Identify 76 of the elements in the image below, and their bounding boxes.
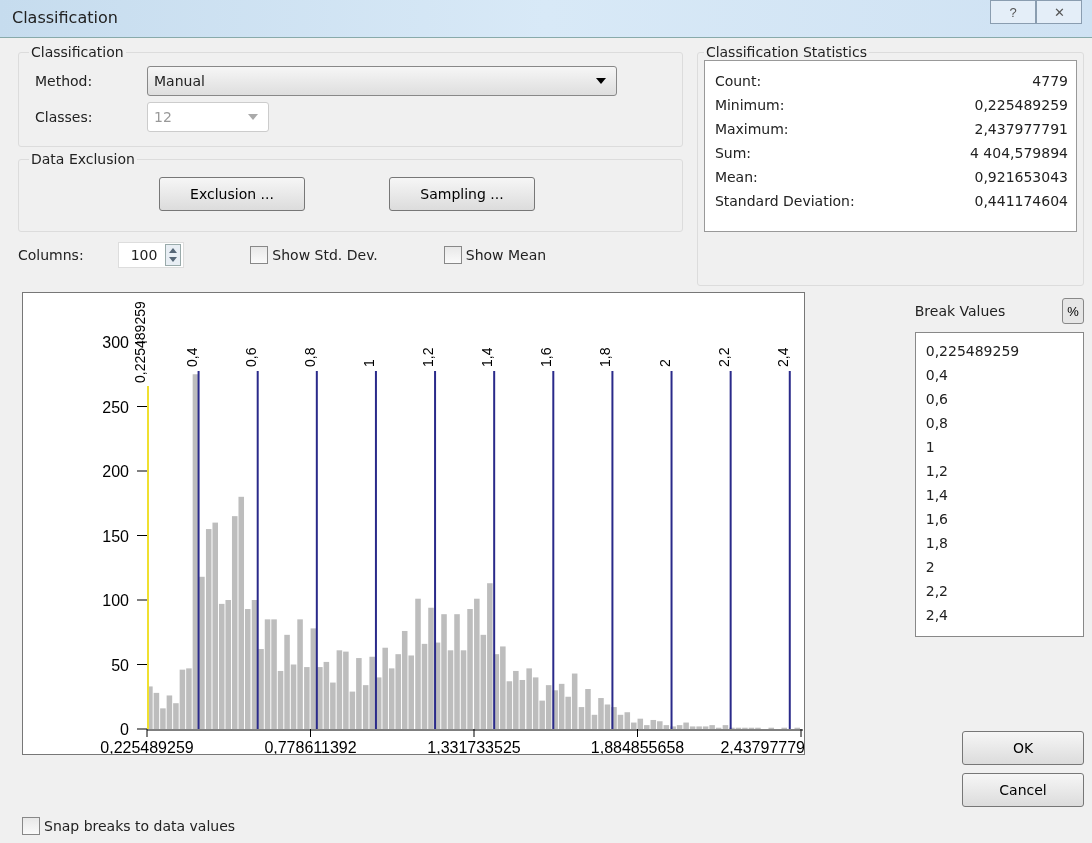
stat-label: Maximum: [714,120,789,139]
break-label: 2,4 [774,347,791,367]
stat-value: 0,921653043 [974,168,1068,187]
stat-label: Minimum: [714,96,785,115]
dialog-button[interactable]: Sampling ... [389,177,535,211]
columns-label: Columns: [18,247,84,263]
break-line[interactable] [315,370,318,730]
stat-value: 0,225489259 [974,96,1068,115]
method-dropdown[interactable]: Manual [147,66,617,96]
stat-value: 4779 [1032,72,1068,91]
break-label: 2,2 [715,347,732,367]
break-label: 0,8 [301,347,318,367]
option-checkbox[interactable]: Show Mean [443,246,547,264]
break-value-item[interactable]: 0,8 [925,411,948,435]
stat-label: Count: [714,72,762,91]
break-value-item[interactable]: 0,6 [925,387,948,411]
dialog-button[interactable]: Exclusion ... [159,177,305,211]
stat-label: Mean: [714,168,758,187]
method-label: Method: [34,73,94,89]
dialog-button[interactable]: Cancel [962,773,1084,807]
break-line[interactable] [434,370,437,730]
break-value-item[interactable]: 1,2 [925,459,948,483]
break-value-item[interactable]: 1,8 [925,531,948,555]
minimum-label: 0,225489259 [132,301,148,383]
break-label: 1 [360,359,377,367]
break-label: 0,6 [242,347,259,367]
stat-label: Standard Deviation: [714,192,855,211]
break-label: 0,4 [183,347,200,367]
stat-label: Sum: [714,144,751,163]
break-line[interactable] [256,370,259,730]
option-checkbox[interactable]: Show Std. Dev. [250,246,378,264]
break-label: 2 [656,359,673,367]
break-label: 1,2 [420,347,437,367]
dialog-button[interactable]: OK [962,731,1084,765]
break-line[interactable] [670,370,673,730]
snap-checkbox[interactable]: Snap breaks to data values [22,817,1026,835]
close-button[interactable]: ✕ [1036,0,1082,24]
break-line[interactable] [552,370,555,730]
stat-value: 4 404,579894 [970,144,1068,163]
stat-value: 0,441174604 [974,192,1068,211]
break-label: 1,4 [479,347,496,367]
break-value-item[interactable]: 0,4 [925,363,948,387]
y-tick-label: 200 [102,463,130,480]
break-label: 1,6 [538,347,555,367]
spinner-arrows-icon [165,244,182,266]
y-tick-label: 250 [102,398,130,416]
columns-spinner[interactable]: 100 [117,242,185,268]
y-tick-label: 50 [111,656,130,674]
group-title: Classification [30,44,125,60]
y-tick-label: 300 [102,334,130,351]
break-value-item[interactable]: 1,6 [925,507,948,531]
window-title: Classification [12,7,118,29]
break-values-label: Break Values [914,303,1006,319]
break-value-item[interactable]: 2,2 [925,579,948,603]
y-tick-label: 100 [102,592,130,609]
stat-value: 2,437977791 [974,120,1068,139]
y-tick-label: 150 [102,527,130,545]
group-title: Classification Statistics [704,44,868,60]
break-value-item[interactable]: 1 [925,435,935,459]
break-line[interactable] [493,370,496,730]
break-label: 1,8 [597,347,614,367]
group-title: Data Exclusion [30,151,136,167]
break-line[interactable] [611,370,614,730]
caret-icon [248,114,258,120]
percent-button[interactable]: % [1062,298,1084,324]
caret-icon [596,78,606,84]
y-tick-label: 0 [120,721,130,738]
break-line[interactable] [374,370,377,730]
break-line[interactable] [788,370,791,730]
break-value-item[interactable]: 2 [925,555,935,579]
break-value-item[interactable]: 1,4 [925,483,948,507]
classes-label: Classes: [34,109,94,125]
break-value-item[interactable]: 0,225489259 [925,339,1020,363]
break-value-item[interactable]: 2,4 [925,603,948,627]
help-button[interactable]: ? [990,0,1036,24]
break-line[interactable] [729,370,732,730]
